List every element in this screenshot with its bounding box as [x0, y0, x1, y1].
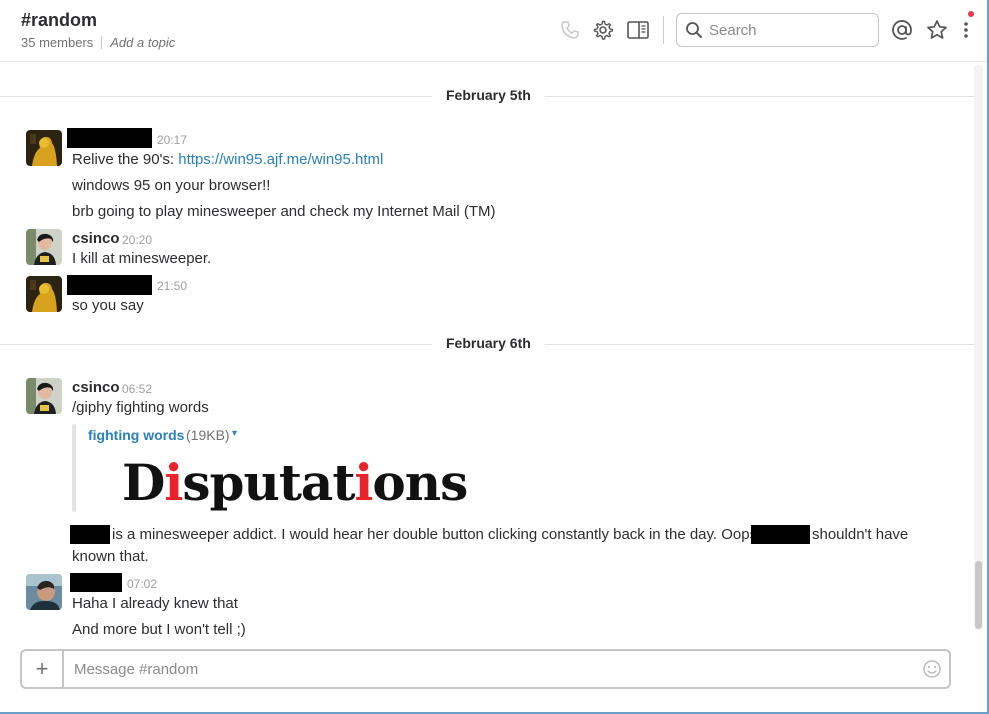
giphy-image[interactable]: Disputations — [88, 446, 508, 512]
message-text: Haha I already knew that — [72, 595, 238, 612]
day-label: February 5th — [432, 87, 545, 103]
scrollbar-thumb[interactable] — [975, 561, 982, 629]
avatar[interactable] — [26, 378, 62, 414]
day-divider: February 6th — [0, 334, 975, 354]
more-icon[interactable] — [955, 19, 977, 41]
attachment-bar — [72, 424, 76, 512]
message-timestamp[interactable]: 07:02 — [127, 577, 157, 591]
phone-icon[interactable] — [559, 19, 581, 41]
header-divider — [663, 16, 664, 44]
message-text: known that. — [72, 548, 149, 565]
day-label: February 6th — [432, 335, 545, 351]
chevron-down-icon[interactable]: ▾ — [232, 428, 237, 439]
redacted-username — [67, 128, 152, 148]
redacted-name — [70, 525, 110, 544]
sidebar-toggle-icon[interactable] — [627, 19, 649, 41]
search-input[interactable]: Search — [676, 13, 879, 47]
message-text: so you say — [72, 297, 144, 314]
mention-icon[interactable] — [891, 19, 913, 41]
star-icon[interactable] — [926, 19, 948, 41]
message-text: Relive the 90's: https://win95.ajf.me/wi… — [72, 151, 383, 168]
message-input-placeholder[interactable]: Message #random — [74, 661, 198, 678]
message-text: shouldn't have — [812, 526, 909, 543]
emoji-icon[interactable] — [922, 659, 942, 679]
message-timestamp[interactable]: 06:52 — [122, 382, 152, 396]
message-text: is a minesweeper addict. I would hear he… — [112, 526, 762, 543]
message-text: windows 95 on your browser!! — [72, 177, 271, 194]
add-attachment-button[interactable]: + — [22, 651, 64, 687]
message-timestamp[interactable]: 21:50 — [157, 279, 187, 293]
redacted-username — [67, 275, 152, 295]
message-author[interactable]: csinco — [72, 230, 120, 247]
avatar[interactable] — [26, 276, 62, 312]
channel-header: #random 35 members Add a topic Search — [0, 0, 989, 62]
message-author[interactable]: csinco — [72, 379, 120, 396]
search-icon — [685, 21, 703, 39]
attachment-size: (19KB) — [186, 427, 230, 443]
notification-dot — [968, 11, 974, 17]
avatar[interactable] — [26, 574, 62, 610]
channel-title[interactable]: #random — [21, 10, 97, 31]
search-placeholder: Search — [709, 21, 757, 39]
message-text: /giphy fighting words — [72, 399, 209, 416]
attachment-title[interactable]: fighting words — [88, 427, 184, 443]
day-divider: February 5th — [0, 86, 975, 106]
message-composer[interactable]: + Message #random — [20, 649, 951, 689]
message-text-prefix: Relive the 90's: — [72, 151, 179, 168]
redacted-name — [751, 525, 810, 544]
avatar[interactable] — [26, 130, 62, 166]
giphy-image-text: Disputations — [122, 453, 467, 512]
redacted-username — [70, 573, 122, 592]
message-text: brb going to play minesweeper and check … — [72, 203, 496, 220]
message-link[interactable]: https://win95.ajf.me/win95.html — [178, 151, 383, 168]
message-text: I kill at minesweeper. — [72, 250, 212, 267]
gear-icon[interactable] — [592, 19, 614, 41]
message-timestamp[interactable]: 20:20 — [122, 233, 152, 247]
scrollbar-track[interactable] — [974, 65, 983, 630]
avatar[interactable] — [26, 229, 62, 265]
message-text: And more but I won't tell ;) — [72, 621, 246, 638]
channel-meta: 35 members Add a topic — [21, 35, 175, 50]
message-timestamp[interactable]: 20:17 — [157, 133, 187, 147]
meta-separator — [101, 36, 103, 49]
member-count[interactable]: 35 members — [21, 35, 93, 50]
add-topic-link[interactable]: Add a topic — [110, 35, 175, 50]
